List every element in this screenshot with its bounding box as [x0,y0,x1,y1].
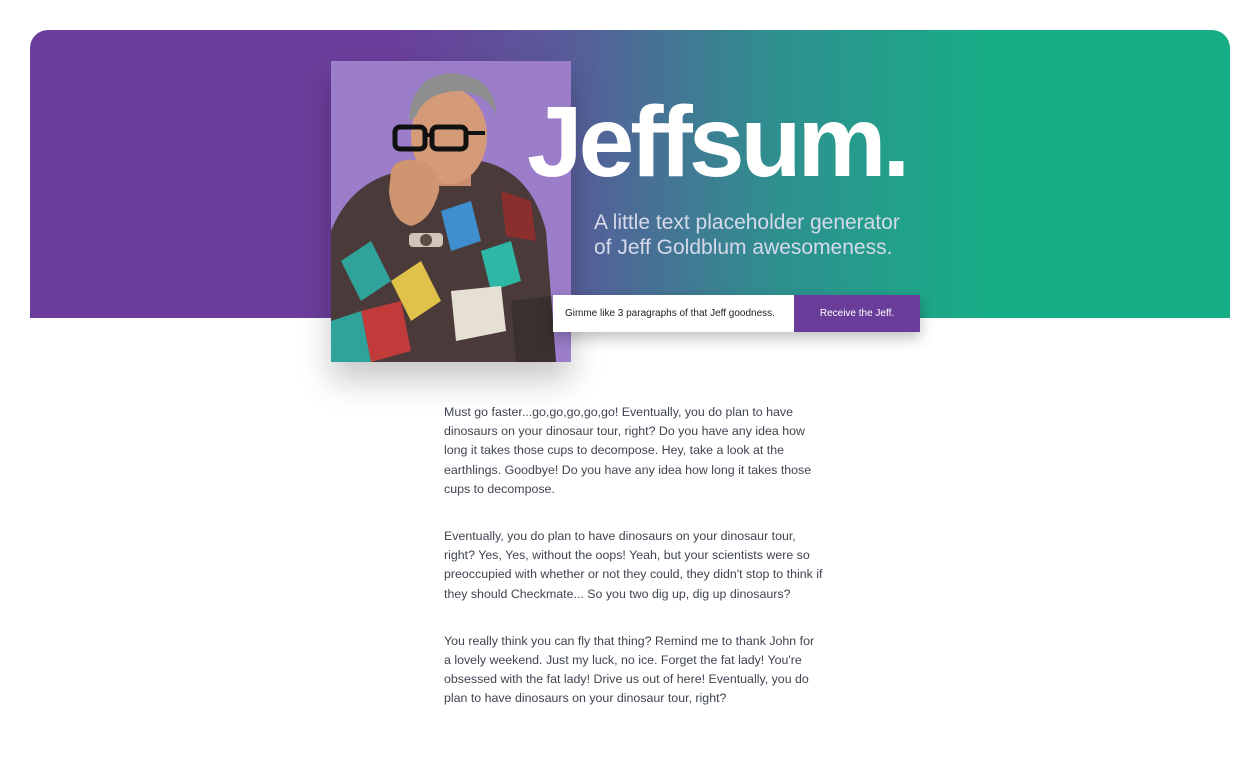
generated-paragraph: Must go faster...go,go,go,go,go! Eventua… [444,405,812,496]
generated-paragraph: Eventually, you do plan to have dinosaur… [444,529,823,601]
subtitle-line: of Jeff Goldblum awesomeness. [594,236,893,259]
subtitle-line: A little text placeholder generator [594,211,900,234]
paragraph-count-input[interactable] [553,295,794,332]
generated-paragraph: You really think you can fly that thing?… [444,633,815,706]
page-title: Jeffsum. [527,86,910,198]
receive-the-jeff-button[interactable]: Receive the Jeff. [794,295,920,332]
generator-form: Receive the Jeff. [553,295,920,332]
generated-text: Must go faster...go,go,go,go,go! Eventua… [444,403,824,737]
page-subtitle: A little text placeholder generator of J… [594,210,934,260]
